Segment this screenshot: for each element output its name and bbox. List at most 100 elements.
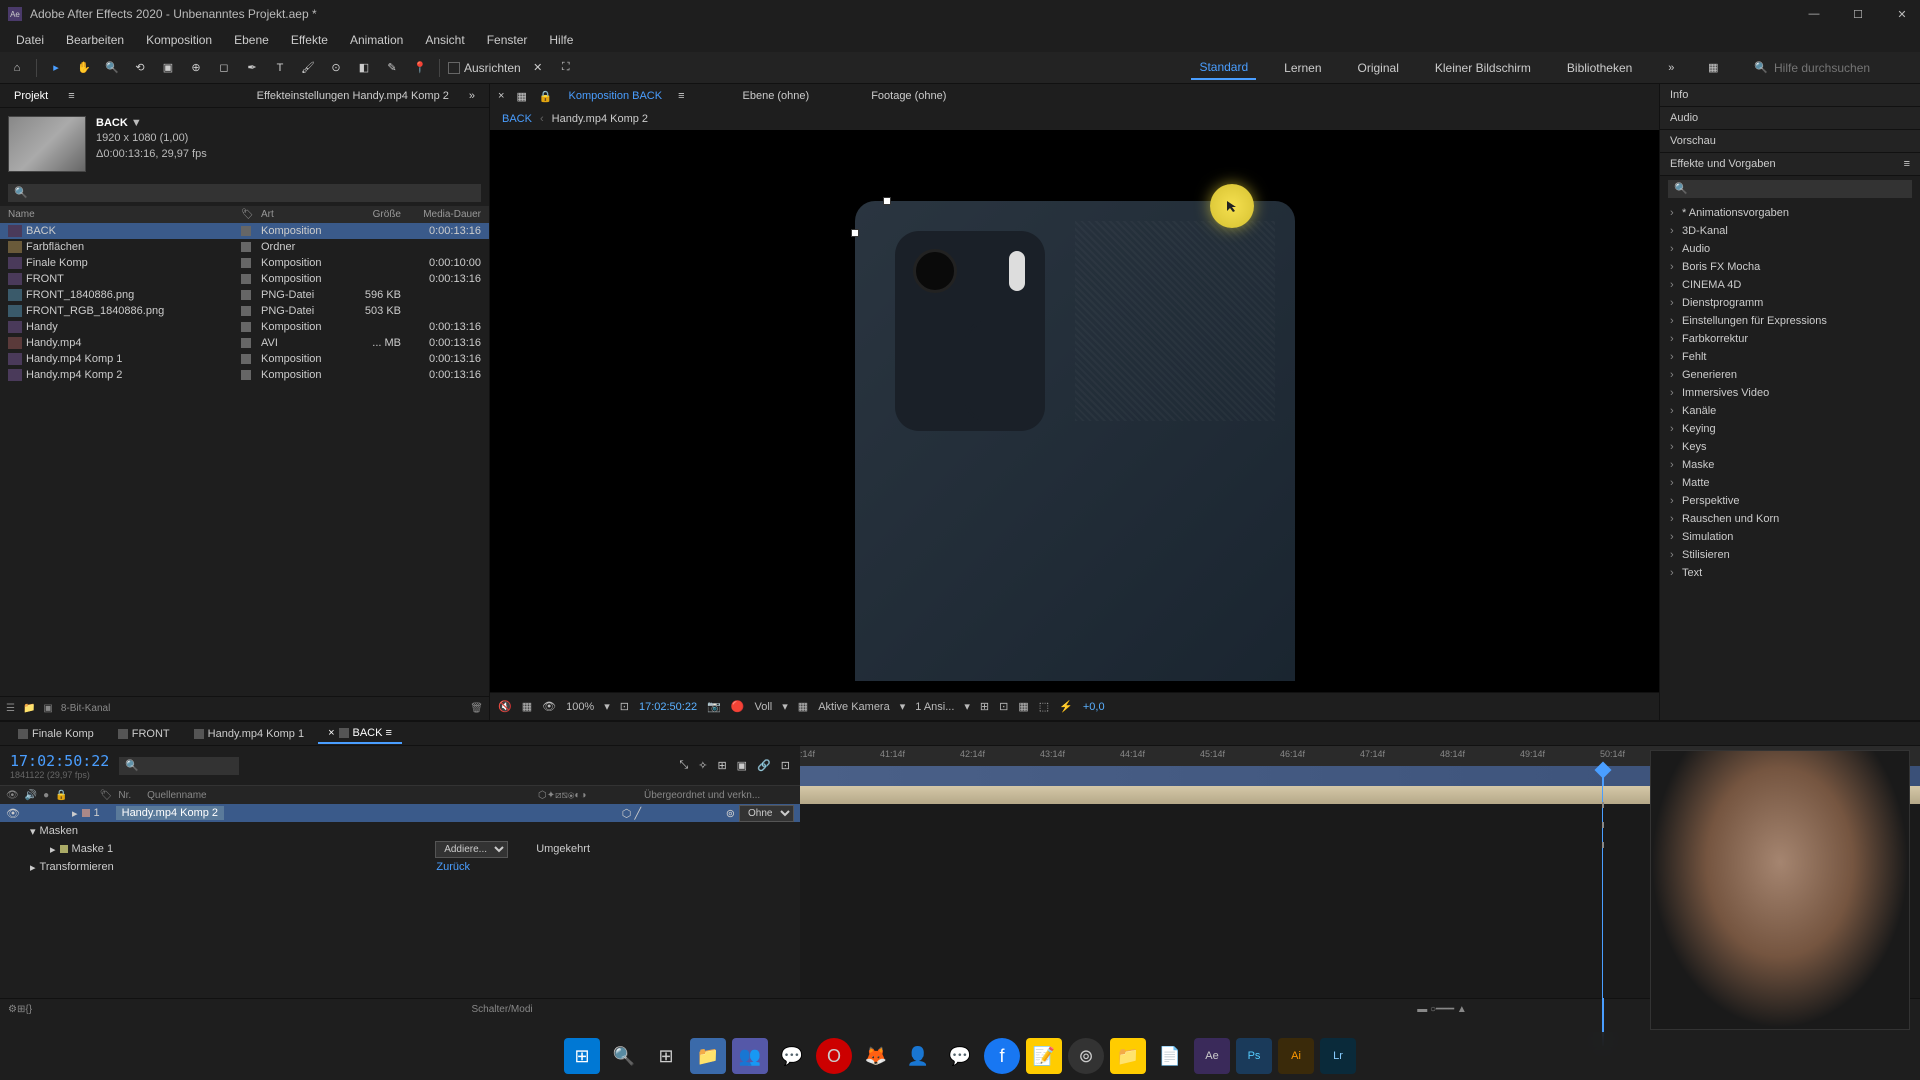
new-folder-icon[interactable]: 📁: [23, 703, 35, 714]
hand-tool-icon[interactable]: ✋: [73, 57, 95, 79]
whatsapp-icon[interactable]: 💬: [774, 1038, 810, 1074]
mask-name[interactable]: Maske 1: [72, 843, 114, 855]
timeline-tool-icon[interactable]: ✧: [698, 759, 707, 772]
home-icon[interactable]: ⌂: [6, 57, 28, 79]
mask-inverted[interactable]: Umgekehrt: [536, 843, 590, 855]
view-dropdown[interactable]: 1 Ansi...: [915, 701, 954, 713]
transform-group[interactable]: ▸ Transformieren Zurück: [0, 858, 800, 876]
effect-category[interactable]: › Kanäle: [1660, 402, 1920, 420]
illustrator-icon[interactable]: Ai: [1278, 1038, 1314, 1074]
snap-expand-icon[interactable]: ⛶: [555, 57, 577, 79]
color-depth[interactable]: 8-Bit-Kanal: [61, 703, 110, 714]
menu-bearbeiten[interactable]: Bearbeiten: [56, 30, 134, 50]
timeline-tab[interactable]: × BACK ≡: [318, 724, 402, 744]
effect-category[interactable]: › Audio: [1660, 240, 1920, 258]
panel-menu-icon[interactable]: ≡: [1904, 158, 1910, 170]
search-task-icon[interactable]: 🔍: [606, 1038, 642, 1074]
teams-icon[interactable]: 👥: [732, 1038, 768, 1074]
transparency-icon[interactable]: ▦: [798, 700, 808, 713]
explorer-icon[interactable]: 📁: [690, 1038, 726, 1074]
effect-category[interactable]: › Rauschen und Korn: [1660, 510, 1920, 528]
eraser-tool-icon[interactable]: ◧: [353, 57, 375, 79]
menu-komposition[interactable]: Komposition: [136, 30, 222, 50]
trash-icon[interactable]: 🗑: [470, 703, 483, 714]
photoshop-icon[interactable]: Ps: [1236, 1038, 1272, 1074]
parent-dropdown[interactable]: Ohne: [739, 805, 794, 822]
effect-controls-tab[interactable]: Effekteinstellungen Handy.mp4 Komp 2: [251, 86, 455, 106]
preview-panel-tab[interactable]: Vorschau: [1660, 130, 1920, 153]
zoom-slider[interactable]: ○━━━: [1430, 1004, 1454, 1015]
current-time[interactable]: 17:02:50:22: [639, 701, 697, 713]
project-item[interactable]: Finale KompKomposition0:00:10:00: [0, 255, 489, 271]
toggle-modes-icon[interactable]: ⊞: [17, 1004, 25, 1015]
toggle-3d-icon[interactable]: ⊞: [980, 700, 989, 713]
exposure-value[interactable]: +0,0: [1083, 701, 1105, 713]
menu-hilfe[interactable]: Hilfe: [539, 30, 583, 50]
res-icon[interactable]: ⊡: [620, 700, 629, 713]
timeline-tool-icon[interactable]: 🔗: [757, 759, 771, 772]
snapshot-icon[interactable]: 📷: [707, 700, 721, 713]
opera-icon[interactable]: O: [816, 1038, 852, 1074]
resolution-dropdown[interactable]: Voll: [755, 701, 773, 713]
timeline-tool-icon[interactable]: ▣: [737, 759, 747, 772]
toggle-switches-icon[interactable]: ⚙: [8, 1004, 17, 1015]
close-tab-icon[interactable]: ×: [498, 90, 504, 102]
effect-category[interactable]: › Generieren: [1660, 366, 1920, 384]
effect-category[interactable]: › 3D-Kanal: [1660, 222, 1920, 240]
layer-tab[interactable]: Ebene (ohne): [739, 87, 814, 105]
layer-name[interactable]: Handy.mp4 Komp 2: [116, 806, 224, 820]
project-item[interactable]: Handy.mp4 Komp 1Komposition0:00:13:16: [0, 351, 489, 367]
project-list[interactable]: BACKKomposition0:00:13:16FarbflächenOrdn…: [0, 223, 489, 696]
visibility-icon[interactable]: 👁: [6, 790, 19, 801]
start-icon[interactable]: ⊞: [564, 1038, 600, 1074]
timeline-search-input[interactable]: [119, 757, 239, 775]
aftereffects-icon[interactable]: Ae: [1194, 1038, 1230, 1074]
effect-category[interactable]: › Matte: [1660, 474, 1920, 492]
res-dropdown-icon[interactable]: ▾: [782, 700, 788, 713]
zoom-value[interactable]: 100%: [566, 701, 594, 713]
tab-menu-icon[interactable]: ≡: [678, 90, 684, 102]
effect-category[interactable]: › * Animationsvorgaben: [1660, 204, 1920, 222]
timeline-tab[interactable]: FRONT: [108, 725, 180, 743]
composition-tab[interactable]: Komposition BACK: [565, 87, 667, 105]
zoom-out-icon[interactable]: ▬: [1417, 1004, 1427, 1015]
channel-icon[interactable]: 🔴: [731, 700, 745, 713]
help-search-input[interactable]: [1774, 61, 1914, 75]
effect-category[interactable]: › Boris FX Mocha: [1660, 258, 1920, 276]
project-item[interactable]: FRONT_1840886.pngPNG-Datei596 KB: [0, 287, 489, 303]
mask-icon[interactable]: 👁: [542, 700, 556, 713]
effect-category[interactable]: › Dienstprogramm: [1660, 294, 1920, 312]
orbit-tool-icon[interactable]: ⟲: [129, 57, 151, 79]
selection-tool-icon[interactable]: ▸: [45, 57, 67, 79]
project-search-input[interactable]: [8, 184, 481, 202]
folder-icon[interactable]: 📁: [1110, 1038, 1146, 1074]
info-panel-tab[interactable]: Info: [1660, 84, 1920, 107]
brush-tool-icon[interactable]: 🖌: [297, 57, 319, 79]
timeline-tool-icon[interactable]: ⤡: [679, 759, 688, 772]
camera-dropdown[interactable]: Aktive Kamera: [818, 701, 890, 713]
project-item[interactable]: Handy.mp4AVI... MB0:00:13:16: [0, 335, 489, 351]
lock-icon[interactable]: 🔒: [55, 790, 67, 801]
obs-icon[interactable]: ⊚: [1068, 1038, 1104, 1074]
interpret-icon[interactable]: ☰: [6, 703, 15, 714]
text-tool-icon[interactable]: T: [269, 57, 291, 79]
lightroom-icon[interactable]: Lr: [1320, 1038, 1356, 1074]
project-item[interactable]: HandyKomposition0:00:13:16: [0, 319, 489, 335]
menu-fenster[interactable]: Fenster: [477, 30, 538, 50]
facebook-icon[interactable]: f: [984, 1038, 1020, 1074]
firefox-icon[interactable]: 🦊: [858, 1038, 894, 1074]
grid-icon[interactable]: ▦: [522, 700, 532, 713]
guides-icon[interactable]: ⊡: [999, 700, 1008, 713]
effect-category[interactable]: › CINEMA 4D: [1660, 276, 1920, 294]
shape-tool-icon[interactable]: ◻: [213, 57, 235, 79]
minimize-button[interactable]: —: [1804, 8, 1824, 21]
project-item[interactable]: FarbflächenOrdner: [0, 239, 489, 255]
label-icon[interactable]: 🏷: [100, 790, 113, 801]
toggle-extra-icon[interactable]: {}: [25, 1004, 32, 1015]
menu-animation[interactable]: Animation: [340, 30, 413, 50]
switches-modes-label[interactable]: Schalter/Modi: [32, 1004, 972, 1015]
camera-dropdown-icon[interactable]: ▾: [900, 700, 906, 713]
parent-link-icon[interactable]: ⊚: [726, 807, 735, 820]
effect-category[interactable]: › Text: [1660, 564, 1920, 582]
notes-icon[interactable]: 📝: [1026, 1038, 1062, 1074]
